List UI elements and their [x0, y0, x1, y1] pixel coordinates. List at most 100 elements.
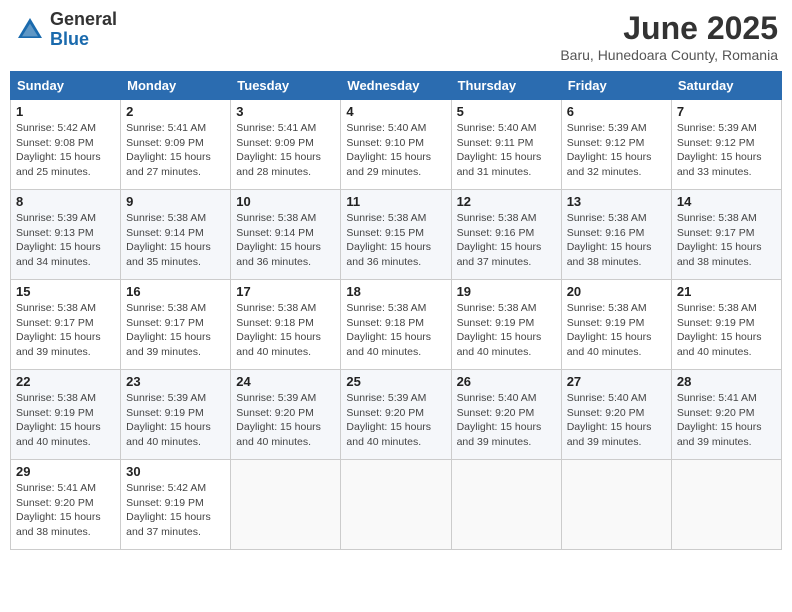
calendar-cell: 14Sunrise: 5:38 AM Sunset: 9:17 PM Dayli… — [671, 190, 781, 280]
calendar-week-row: 8 Sunrise: 5:39 AM Sunset: 9:13 PM Daylig… — [11, 190, 782, 280]
day-info: Sunrise: 5:39 AM Sunset: 9:19 PM Dayligh… — [126, 391, 225, 450]
day-info: Sunrise: 5:38 AM Sunset: 9:17 PM Dayligh… — [16, 301, 115, 360]
calendar-cell: 26 Sunrise: 5:40 AM Sunset: 9:20 PM Dayli… — [451, 370, 561, 460]
day-number: 8 — [16, 194, 115, 209]
calendar-cell: 11 Sunrise: 5:38 AM Sunset: 9:15 PM Dayli… — [341, 190, 451, 280]
calendar-cell: 9Sunrise: 5:38 AM Sunset: 9:14 PM Daylig… — [121, 190, 231, 280]
day-number: 22 — [16, 374, 115, 389]
calendar-cell — [231, 460, 341, 550]
calendar-week-row: 15 Sunrise: 5:38 AM Sunset: 9:17 PM Dayli… — [11, 280, 782, 370]
day-number: 2 — [126, 104, 225, 119]
day-number: 30 — [126, 464, 225, 479]
calendar-cell: 1 Sunrise: 5:42 AM Sunset: 9:08 PM Daylig… — [11, 100, 121, 190]
calendar-cell — [671, 460, 781, 550]
day-info: Sunrise: 5:40 AM Sunset: 9:20 PM Dayligh… — [567, 391, 666, 450]
calendar-week-row: 29Sunrise: 5:41 AM Sunset: 9:20 PM Dayli… — [11, 460, 782, 550]
weekday-header-monday: Monday — [121, 72, 231, 100]
day-number: 25 — [346, 374, 445, 389]
day-info: Sunrise: 5:39 AM Sunset: 9:20 PM Dayligh… — [346, 391, 445, 450]
calendar-cell: 16 Sunrise: 5:38 AM Sunset: 9:17 PM Dayli… — [121, 280, 231, 370]
day-number: 20 — [567, 284, 666, 299]
logo-icon — [14, 14, 46, 46]
day-info: Sunrise: 5:38 AM Sunset: 9:14 PM Dayligh… — [126, 211, 225, 270]
day-info: Sunrise: 5:41 AM Sunset: 9:20 PM Dayligh… — [16, 481, 115, 540]
calendar-cell: 20Sunrise: 5:38 AM Sunset: 9:19 PM Dayli… — [561, 280, 671, 370]
calendar-cell: 13 Sunrise: 5:38 AM Sunset: 9:16 PM Dayli… — [561, 190, 671, 280]
calendar-cell: 19Sunrise: 5:38 AM Sunset: 9:19 PM Dayli… — [451, 280, 561, 370]
title-block: June 2025 Baru, Hunedoara County, Romani… — [560, 10, 778, 63]
calendar-cell: 6 Sunrise: 5:39 AM Sunset: 9:12 PM Daylig… — [561, 100, 671, 190]
calendar-cell: 2 Sunrise: 5:41 AM Sunset: 9:09 PM Daylig… — [121, 100, 231, 190]
day-number: 11 — [346, 194, 445, 209]
day-number: 12 — [457, 194, 556, 209]
calendar-cell: 7Sunrise: 5:39 AM Sunset: 9:12 PM Daylig… — [671, 100, 781, 190]
calendar-cell: 21Sunrise: 5:38 AM Sunset: 9:19 PM Dayli… — [671, 280, 781, 370]
day-info: Sunrise: 5:39 AM Sunset: 9:12 PM Dayligh… — [567, 121, 666, 180]
calendar-cell: 10 Sunrise: 5:38 AM Sunset: 9:14 PM Dayli… — [231, 190, 341, 280]
day-info: Sunrise: 5:38 AM Sunset: 9:19 PM Dayligh… — [677, 301, 776, 360]
day-info: Sunrise: 5:40 AM Sunset: 9:20 PM Dayligh… — [457, 391, 556, 450]
month-year: June 2025 — [560, 10, 778, 47]
day-info: Sunrise: 5:38 AM Sunset: 9:14 PM Dayligh… — [236, 211, 335, 270]
weekday-header-saturday: Saturday — [671, 72, 781, 100]
weekday-header-sunday: Sunday — [11, 72, 121, 100]
calendar-cell: 28Sunrise: 5:41 AM Sunset: 9:20 PM Dayli… — [671, 370, 781, 460]
calendar-cell: 17 Sunrise: 5:38 AM Sunset: 9:18 PM Dayli… — [231, 280, 341, 370]
day-number: 17 — [236, 284, 335, 299]
day-info: Sunrise: 5:38 AM Sunset: 9:18 PM Dayligh… — [346, 301, 445, 360]
weekday-header-tuesday: Tuesday — [231, 72, 341, 100]
day-number: 13 — [567, 194, 666, 209]
day-info: Sunrise: 5:38 AM Sunset: 9:18 PM Dayligh… — [236, 301, 335, 360]
logo-blue: Blue — [50, 30, 117, 50]
calendar-week-row: 1 Sunrise: 5:42 AM Sunset: 9:08 PM Daylig… — [11, 100, 782, 190]
day-number: 23 — [126, 374, 225, 389]
calendar-cell — [341, 460, 451, 550]
day-number: 19 — [457, 284, 556, 299]
day-info: Sunrise: 5:38 AM Sunset: 9:15 PM Dayligh… — [346, 211, 445, 270]
day-number: 1 — [16, 104, 115, 119]
calendar-table: SundayMondayTuesdayWednesdayThursdayFrid… — [10, 71, 782, 550]
day-info: Sunrise: 5:38 AM Sunset: 9:19 PM Dayligh… — [16, 391, 115, 450]
day-number: 26 — [457, 374, 556, 389]
calendar-cell: 3 Sunrise: 5:41 AM Sunset: 9:09 PM Daylig… — [231, 100, 341, 190]
day-info: Sunrise: 5:40 AM Sunset: 9:10 PM Dayligh… — [346, 121, 445, 180]
calendar-cell: 15 Sunrise: 5:38 AM Sunset: 9:17 PM Dayli… — [11, 280, 121, 370]
calendar-header-row: SundayMondayTuesdayWednesdayThursdayFrid… — [11, 72, 782, 100]
day-info: Sunrise: 5:39 AM Sunset: 9:13 PM Dayligh… — [16, 211, 115, 270]
day-number: 5 — [457, 104, 556, 119]
weekday-header-wednesday: Wednesday — [341, 72, 451, 100]
calendar-cell — [451, 460, 561, 550]
logo-text: General Blue — [50, 10, 117, 50]
day-number: 16 — [126, 284, 225, 299]
calendar-cell: 18Sunrise: 5:38 AM Sunset: 9:18 PM Dayli… — [341, 280, 451, 370]
day-number: 14 — [677, 194, 776, 209]
calendar-cell: 8 Sunrise: 5:39 AM Sunset: 9:13 PM Daylig… — [11, 190, 121, 280]
weekday-header-friday: Friday — [561, 72, 671, 100]
day-info: Sunrise: 5:41 AM Sunset: 9:09 PM Dayligh… — [236, 121, 335, 180]
day-number: 10 — [236, 194, 335, 209]
day-number: 6 — [567, 104, 666, 119]
day-info: Sunrise: 5:42 AM Sunset: 9:08 PM Dayligh… — [16, 121, 115, 180]
day-number: 15 — [16, 284, 115, 299]
calendar-cell: 4 Sunrise: 5:40 AM Sunset: 9:10 PM Daylig… — [341, 100, 451, 190]
calendar-cell: 24Sunrise: 5:39 AM Sunset: 9:20 PM Dayli… — [231, 370, 341, 460]
day-info: Sunrise: 5:42 AM Sunset: 9:19 PM Dayligh… — [126, 481, 225, 540]
page-header: General Blue June 2025 Baru, Hunedoara C… — [10, 10, 782, 63]
day-number: 27 — [567, 374, 666, 389]
calendar-cell: 12Sunrise: 5:38 AM Sunset: 9:16 PM Dayli… — [451, 190, 561, 280]
calendar-cell: 25 Sunrise: 5:39 AM Sunset: 9:20 PM Dayli… — [341, 370, 451, 460]
calendar-cell — [561, 460, 671, 550]
calendar-cell: 27 Sunrise: 5:40 AM Sunset: 9:20 PM Dayli… — [561, 370, 671, 460]
day-number: 24 — [236, 374, 335, 389]
day-info: Sunrise: 5:38 AM Sunset: 9:16 PM Dayligh… — [567, 211, 666, 270]
day-number: 3 — [236, 104, 335, 119]
calendar-cell: 22 Sunrise: 5:38 AM Sunset: 9:19 PM Dayli… — [11, 370, 121, 460]
day-info: Sunrise: 5:41 AM Sunset: 9:20 PM Dayligh… — [677, 391, 776, 450]
calendar-cell: 29Sunrise: 5:41 AM Sunset: 9:20 PM Dayli… — [11, 460, 121, 550]
day-number: 4 — [346, 104, 445, 119]
logo-general: General — [50, 10, 117, 30]
day-info: Sunrise: 5:38 AM Sunset: 9:17 PM Dayligh… — [126, 301, 225, 360]
location: Baru, Hunedoara County, Romania — [560, 47, 778, 63]
day-info: Sunrise: 5:41 AM Sunset: 9:09 PM Dayligh… — [126, 121, 225, 180]
calendar-cell: 5Sunrise: 5:40 AM Sunset: 9:11 PM Daylig… — [451, 100, 561, 190]
